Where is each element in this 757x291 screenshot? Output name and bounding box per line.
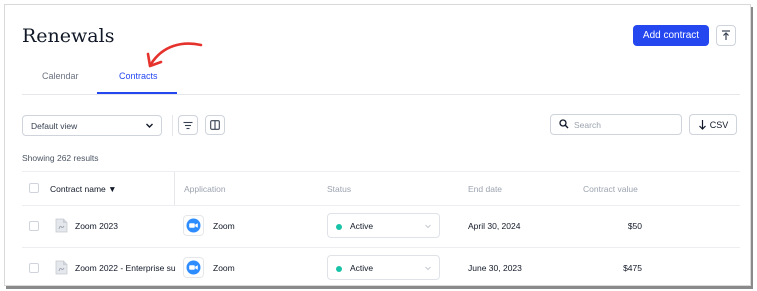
contract-value: $50 — [627, 221, 642, 231]
results-count: Showing 262 results — [22, 153, 99, 163]
csv-download-button[interactable]: CSV — [689, 114, 737, 135]
application-name: Zoom — [213, 263, 235, 273]
export-icon — [722, 30, 730, 40]
download-icon — [698, 120, 706, 130]
row-checkbox[interactable] — [29, 263, 39, 273]
status-dot — [336, 224, 342, 230]
app-logo — [183, 257, 204, 278]
chevron-down-icon — [425, 224, 431, 229]
csv-label: CSV — [709, 119, 729, 130]
view-select-value: Default view — [31, 120, 78, 131]
document-icon — [55, 260, 68, 275]
table-header: Contract name ▼ Application Status End d… — [22, 171, 740, 206]
row-checkbox[interactable] — [29, 221, 39, 231]
search-box[interactable] — [550, 114, 682, 135]
column-header-end-date[interactable]: End date — [468, 184, 502, 194]
end-date: April 30, 2024 — [468, 221, 521, 231]
search-icon — [559, 119, 569, 129]
app-window: Renewals Add contract Calendar Contracts… — [4, 4, 751, 286]
page-title: Renewals — [22, 25, 115, 47]
status-select[interactable]: Active — [327, 255, 440, 280]
status-value: Active — [350, 221, 374, 231]
contracts-table: Contract name ▼ Application Status End d… — [22, 171, 740, 285]
contract-value: $475 — [623, 263, 642, 273]
column-header-contract-name[interactable]: Contract name ▼ — [50, 184, 117, 194]
tab-contracts[interactable]: Contracts — [119, 71, 158, 81]
active-tab-indicator — [97, 92, 177, 94]
contract-name[interactable]: Zoom 2022 - Enterprise su — [75, 263, 177, 273]
table-row[interactable]: Zoom 2023 Zoom Active April 30, 2024 $50 — [22, 206, 740, 248]
chevron-down-icon — [425, 266, 431, 271]
columns-icon — [210, 120, 220, 130]
end-date: June 30, 2023 — [468, 263, 522, 273]
column-header-application[interactable]: Application — [184, 184, 226, 194]
column-divider — [174, 172, 175, 205]
status-value: Active — [350, 263, 374, 273]
filter-icon — [183, 121, 193, 129]
column-header-status[interactable]: Status — [327, 184, 351, 194]
toolbar-divider — [172, 115, 173, 136]
filter-button[interactable] — [178, 115, 198, 135]
application-name: Zoom — [213, 221, 235, 231]
tab-calendar[interactable]: Calendar — [42, 71, 79, 81]
search-input[interactable] — [574, 117, 674, 132]
export-button[interactable] — [716, 25, 736, 46]
chevron-down-icon — [146, 123, 153, 128]
column-header-contract-value[interactable]: Contract value — [583, 184, 638, 194]
document-icon — [55, 218, 68, 233]
tab-bar: Calendar Contracts — [22, 67, 740, 95]
contract-name[interactable]: Zoom 2023 — [75, 221, 177, 231]
view-select[interactable]: Default view — [22, 115, 162, 136]
status-select[interactable]: Active — [327, 213, 440, 238]
zoom-logo-icon — [186, 260, 201, 275]
zoom-logo-icon — [186, 218, 201, 233]
columns-button[interactable] — [205, 115, 225, 135]
select-all-checkbox[interactable] — [29, 183, 39, 193]
add-contract-button[interactable]: Add contract — [633, 25, 709, 46]
table-row[interactable]: Zoom 2022 - Enterprise su Zoom Active Ju… — [22, 248, 740, 285]
status-dot — [336, 266, 342, 272]
app-logo — [183, 215, 204, 236]
